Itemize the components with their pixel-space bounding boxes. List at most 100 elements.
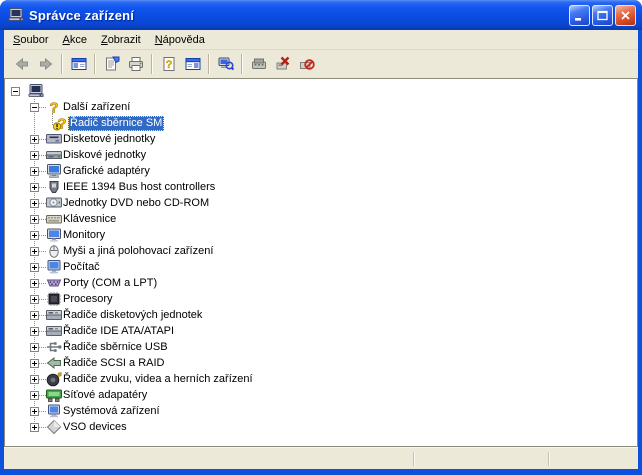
- scsi-connector-icon: [46, 355, 62, 371]
- tree-item-label[interactable]: Počítač: [61, 260, 102, 275]
- tree-item-processors: Procesory: [5, 291, 637, 307]
- svg-text:?: ?: [166, 59, 173, 71]
- tree-item-label[interactable]: Řadiče SCSI a RAID: [61, 356, 166, 371]
- controller-card-icon: [46, 323, 62, 339]
- tree-item-monitors: Monitory: [5, 227, 637, 243]
- tree-item-floppy-controllers: Řadiče disketových jednotek: [5, 307, 637, 323]
- print-button[interactable]: [124, 53, 148, 75]
- tree-item-other-devices: ? Další zařízení: [5, 99, 637, 115]
- tree-expander-plus-icon[interactable]: [30, 199, 39, 208]
- vso-device-icon: [46, 419, 62, 435]
- forward-arrow-icon: [38, 56, 54, 72]
- scan-hardware-changes-button[interactable]: [214, 53, 238, 75]
- back-button[interactable]: [10, 53, 34, 75]
- processor-icon: [46, 291, 62, 307]
- tree-expander-plus-icon[interactable]: [30, 167, 39, 176]
- tree-expander-plus-icon[interactable]: [30, 231, 39, 240]
- tree-item-label[interactable]: Řadiče zvuku, videa a herních zařízení: [61, 372, 255, 387]
- menu-item-napoveda[interactable]: Nápověda: [148, 32, 212, 48]
- menu-item-zobrazit[interactable]: Zobrazit: [94, 32, 148, 48]
- close-button[interactable]: [615, 4, 636, 26]
- tree-expander-plus-icon[interactable]: [30, 359, 39, 368]
- tree-item-label[interactable]: Řadiče disketových jednotek: [61, 308, 204, 323]
- back-arrow-icon: [14, 56, 30, 72]
- tree-expander-plus-icon[interactable]: [30, 343, 39, 352]
- status-panel-divider: [413, 452, 415, 466]
- tree-expander-plus-icon[interactable]: [30, 423, 39, 432]
- svg-text:?: ?: [49, 100, 58, 116]
- update-driver-button[interactable]: [247, 53, 271, 75]
- computer-root-icon: [28, 83, 44, 99]
- menu-item-akce[interactable]: Akce: [55, 32, 93, 48]
- title-bar[interactable]: Správce zařízení: [0, 0, 642, 30]
- show-hide-action-pane-button[interactable]: [181, 53, 205, 75]
- tree-expander-plus-icon[interactable]: [30, 247, 39, 256]
- show-hide-console-tree-button[interactable]: [67, 53, 91, 75]
- help-doc-icon: ?: [161, 56, 177, 72]
- uninstall-button[interactable]: [271, 53, 295, 75]
- tree-item-label[interactable]: VSO devices: [61, 420, 129, 435]
- tree-item-label[interactable]: Jednotky DVD nebo CD-ROM: [61, 196, 211, 211]
- help-button[interactable]: ?: [157, 53, 181, 75]
- tree-expander-plus-icon[interactable]: [30, 151, 39, 160]
- network-adapter-icon: [46, 387, 62, 403]
- tree-item-label[interactable]: Klávesnice: [61, 212, 118, 227]
- minimize-button[interactable]: [569, 4, 590, 26]
- tree-expander-minus-icon[interactable]: [11, 87, 20, 96]
- status-bar: [4, 447, 638, 469]
- tree-item-label[interactable]: Další zařízení: [61, 100, 132, 115]
- dvd-drive-icon: [46, 195, 62, 211]
- tree-expander-plus-icon[interactable]: [30, 215, 39, 224]
- menu-item-soubor[interactable]: Soubor: [6, 32, 55, 48]
- tree-expander-plus-icon[interactable]: [30, 327, 39, 336]
- maximize-icon: [597, 10, 608, 20]
- tree-item-label[interactable]: Řadič sběrnice SM: [68, 116, 165, 131]
- action-pane-icon: [185, 56, 201, 72]
- tree-item-label[interactable]: Procesory: [61, 292, 115, 307]
- tree-expander-minus-icon[interactable]: [30, 103, 39, 112]
- tree-item-computer: Počítač: [5, 259, 637, 275]
- tree-item-ieee-1394-controllers: IEEE 1394 Bus host controllers: [5, 179, 637, 195]
- tree-expander-plus-icon[interactable]: [30, 391, 39, 400]
- tree-expander-plus-icon[interactable]: [30, 279, 39, 288]
- tree-item-label[interactable]: Porty (COM a LPT): [61, 276, 159, 291]
- tree-item-label[interactable]: Řadiče IDE ATA/ATAPI: [61, 324, 176, 339]
- close-icon: [621, 10, 630, 20]
- tree-item-label[interactable]: IEEE 1394 Bus host controllers: [61, 180, 217, 195]
- tree-item-sm-bus-controller: ? Řadič sběrnice SM: [5, 115, 637, 131]
- tree-expander-plus-icon[interactable]: [30, 311, 39, 320]
- tree-item-label[interactable]: Systémová zařízení: [61, 404, 162, 419]
- tree-expander-plus-icon[interactable]: [30, 135, 39, 144]
- tree-item-label[interactable]: Monitory: [61, 228, 107, 243]
- tree-item-label[interactable]: Diskové jednotky: [61, 148, 148, 163]
- tree-item-label[interactable]: Grafické adaptéry: [61, 164, 152, 179]
- device-manager-icon: [8, 7, 24, 23]
- maximize-button[interactable]: [592, 4, 613, 26]
- tree-item-ide-ata-atapi-controllers: Řadiče IDE ATA/ATAPI: [5, 323, 637, 339]
- speaker-icon: [46, 371, 62, 387]
- tree-item-root-computer: [5, 83, 637, 99]
- tree-item-vso-devices: VSO devices: [5, 419, 637, 435]
- tree-item-label[interactable]: Řadiče sběrnice USB: [61, 340, 170, 355]
- disable-button[interactable]: [295, 53, 319, 75]
- tree-expander-plus-icon[interactable]: [30, 295, 39, 304]
- tree-expander-plus-icon[interactable]: [30, 407, 39, 416]
- tree-expander-plus-icon[interactable]: [30, 263, 39, 272]
- mouse-icon: [46, 243, 62, 259]
- tree-item-label[interactable]: Síťové adapatéry: [61, 388, 149, 403]
- tree-item-label[interactable]: Disketové jednotky: [61, 132, 157, 147]
- tree-item-usb-controllers: Řadiče sběrnice USB: [5, 339, 637, 355]
- forward-button[interactable]: [34, 53, 58, 75]
- tree-item-scsi-raid-controllers: Řadiče SCSI a RAID: [5, 355, 637, 371]
- properties-button[interactable]: [100, 53, 124, 75]
- printer-icon: [128, 56, 144, 72]
- tree-item-display-adapters: Grafické adaptéry: [5, 163, 637, 179]
- tree-item-keyboards: Klávesnice: [5, 211, 637, 227]
- tree-item-label[interactable]: Myši a jiná polohovací zařízení: [61, 244, 215, 259]
- tree-expander-plus-icon[interactable]: [30, 183, 39, 192]
- toolbar-separator: [208, 54, 210, 74]
- tree-item-floppy-disk-drives: Disketové jednotky: [5, 131, 637, 147]
- status-panel-divider: [548, 452, 550, 466]
- tree-expander-plus-icon[interactable]: [30, 375, 39, 384]
- update-driver-icon: [251, 56, 267, 72]
